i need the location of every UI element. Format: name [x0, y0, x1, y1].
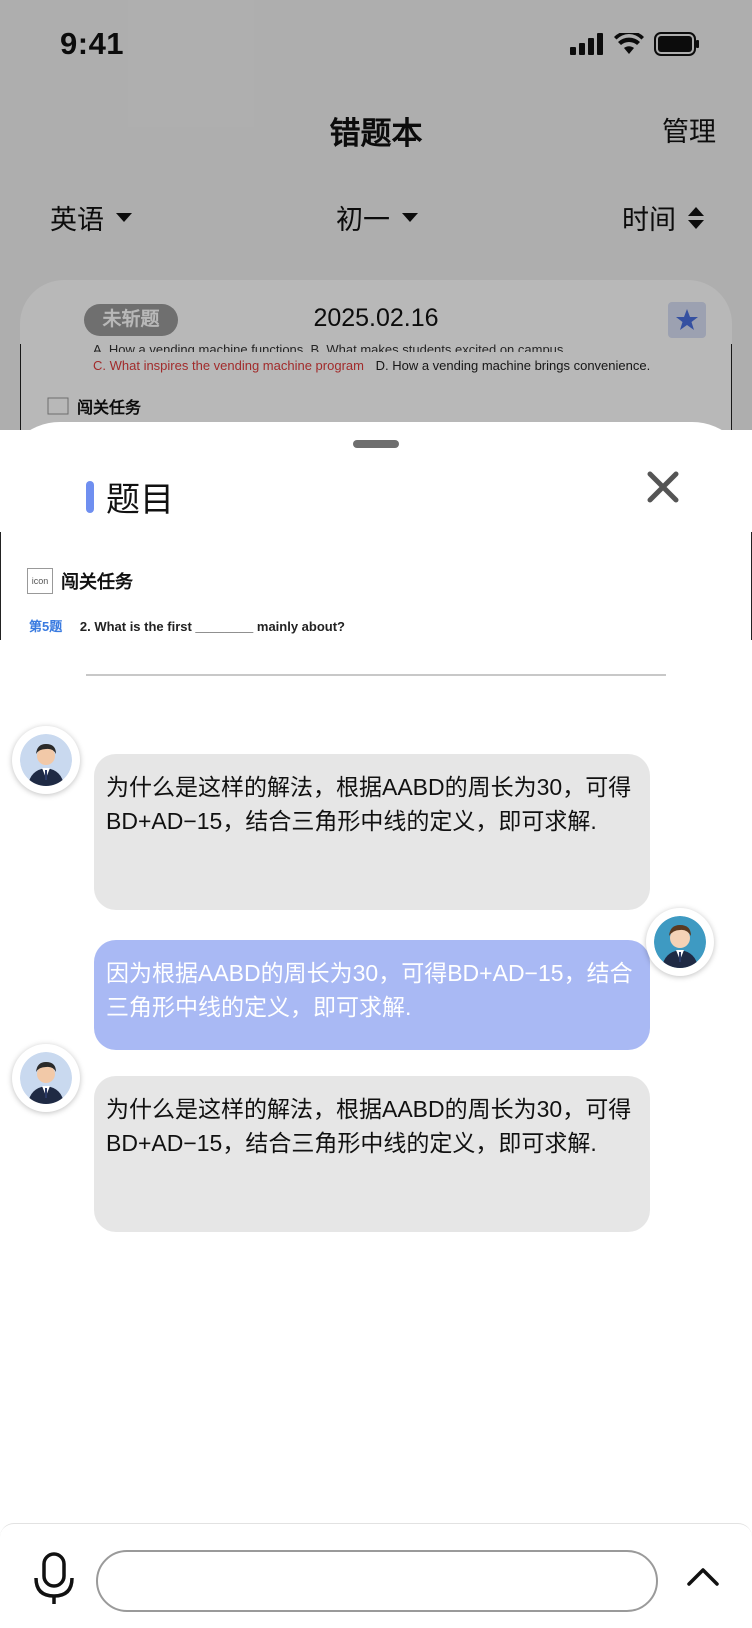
avatar — [12, 726, 80, 794]
question-line: 第5题 2. What is the first ________ mainly… — [29, 616, 345, 635]
close-icon[interactable] — [646, 470, 680, 504]
user-avatar-icon — [654, 916, 706, 968]
message-bubble-ai: 为什么是这样的解法，根据AABD的周长为30，可得BD+AD−15，结合三角形中… — [94, 1076, 650, 1232]
message-input[interactable] — [96, 1550, 658, 1612]
sheet-header: 题目 — [86, 472, 174, 521]
input-bar — [0, 1523, 752, 1628]
drag-handle[interactable] — [353, 440, 399, 448]
chevron-up-icon[interactable] — [686, 1564, 720, 1588]
divider — [86, 674, 666, 676]
modal-overlay[interactable] — [0, 0, 752, 430]
message-bubble-user: 因为根据AABD的周长为30，可得BD+AD−15，结合三角形中线的定义，即可求… — [94, 940, 650, 1050]
title-accent-bar — [86, 480, 94, 513]
microphone-icon[interactable] — [32, 1552, 76, 1606]
sheet-title: 题目 — [106, 481, 174, 519]
task-icon: icon — [27, 568, 53, 594]
task-heading-text: 闯关任务 — [61, 572, 133, 592]
assistant-avatar-icon — [20, 1052, 72, 1104]
question-sheet: 题目 icon 闯关任务 第5题 2. What is the first __… — [0, 422, 752, 1628]
task-heading: icon 闯关任务 — [27, 568, 133, 594]
assistant-avatar-icon — [20, 734, 72, 786]
question-number: 第5题 — [29, 619, 63, 634]
avatar — [646, 908, 714, 976]
background-page: 9:41 错题本 管理 英语 初一 时间 未斩题 2025.02.16 A. H… — [0, 0, 752, 430]
question-document: icon 闯关任务 第5题 2. What is the first _____… — [0, 532, 752, 640]
avatar — [12, 1044, 80, 1112]
question-text: 2. What is the first ________ mainly abo… — [79, 619, 346, 634]
message-bubble-ai: 为什么是这样的解法，根据AABD的周长为30，可得BD+AD−15，结合三角形中… — [94, 754, 650, 910]
